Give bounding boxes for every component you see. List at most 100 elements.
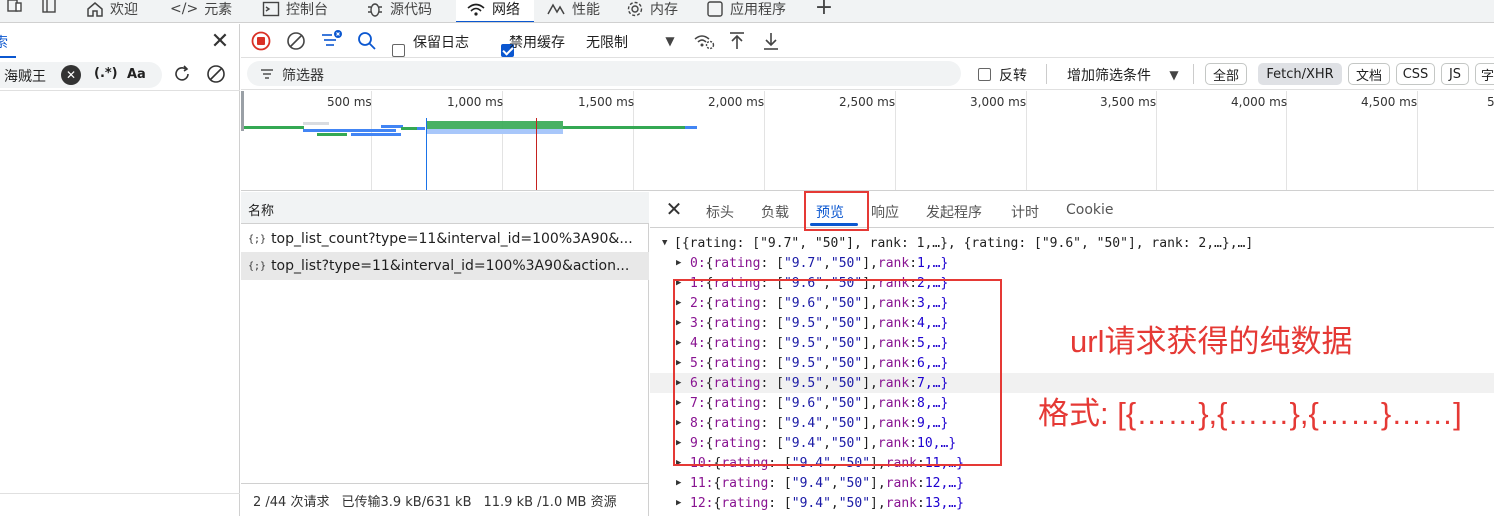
tab-headers[interactable]: 标头 (706, 202, 734, 222)
expand-triangle-icon[interactable]: ▶ (676, 498, 690, 508)
expand-triangle-icon[interactable]: ▼ (662, 238, 674, 248)
timeline-tick-label: 5 (1487, 95, 1494, 109)
chevron-down-icon[interactable]: ▼ (1166, 66, 1182, 84)
type-filter-fetch-xhr[interactable]: Fetch/XHR (1258, 63, 1342, 85)
tab-application[interactable]: 应用程序 (706, 0, 786, 22)
search-pane: 索 ✕ 海贼王 ✕ (.*) Aa (0, 24, 240, 516)
type-filter-css[interactable]: CSS (1396, 63, 1435, 85)
json-item-line[interactable]: ▶ 12: {rating: ["9.4", "50"], rank: 13,…} (676, 493, 1494, 513)
tab-welcome[interactable]: 欢迎 (86, 0, 138, 22)
tab-label: 应用程序 (730, 1, 786, 18)
json-item-line[interactable]: ▶ 11: {rating: ["9.4", "50"], rank: 12,…} (676, 473, 1494, 493)
type-filter-all[interactable]: 全部 (1205, 63, 1247, 85)
dock-icon[interactable] (38, 0, 60, 18)
tab-timing[interactable]: 计时 (1011, 202, 1039, 222)
throttle-select[interactable]: 无限制 (586, 32, 628, 52)
record-button[interactable] (250, 30, 272, 52)
clear-results-icon[interactable] (204, 62, 228, 86)
timeline-bar (303, 122, 329, 125)
timeline-gridline (1417, 91, 1418, 190)
import-har-icon[interactable] (726, 29, 748, 53)
request-list-header[interactable]: 名称 (241, 192, 649, 224)
match-case-toggle[interactable]: Aa (127, 67, 146, 82)
timeline-bar (563, 126, 685, 129)
timeline-tick-label: 500 ms (327, 95, 372, 109)
timeline-bar (401, 127, 417, 130)
preserve-log-label: 保留日志 (413, 35, 469, 51)
invert-checkbox[interactable] (978, 68, 991, 81)
chevron-down-icon[interactable]: ▼ (661, 32, 679, 50)
tab-initiator[interactable]: 发起程序 (926, 202, 982, 222)
json-key-rank: rank (885, 495, 918, 511)
json-icon: {;} (248, 260, 267, 272)
transferred-size: 已传输3.9 kB/631 kB (341, 494, 472, 510)
json-count-value: "50" (830, 255, 863, 271)
json-item-index: 12: (690, 495, 714, 511)
search-divider (0, 90, 240, 91)
tab-performance[interactable]: 性能 (546, 0, 600, 22)
tab-network[interactable]: 网络 (456, 0, 534, 22)
tab-payload[interactable]: 负载 (761, 202, 789, 222)
refresh-icon[interactable] (171, 62, 193, 86)
filter-input[interactable] (247, 61, 961, 86)
timeline-bar (317, 133, 347, 136)
clear-search-icon[interactable]: ✕ (61, 65, 81, 85)
tab-elements[interactable]: </> 元素 (170, 0, 232, 22)
tab-label: 源代码 (390, 1, 432, 18)
expand-triangle-icon[interactable]: ▶ (676, 478, 690, 488)
json-key-rating: rating (713, 255, 761, 271)
timeline-tick-label: 2,000 ms (708, 95, 765, 109)
search-tab-fragment: 索 (0, 35, 8, 51)
request-row-selected[interactable]: {;} top_list?type=11&interval_id=100%3A9… (241, 252, 649, 280)
export-har-icon[interactable] (760, 29, 782, 53)
home-icon (87, 1, 103, 17)
tab-console[interactable]: 控制台 (262, 0, 328, 22)
gear-icon (627, 1, 643, 16)
tab-memory[interactable]: 内存 (626, 0, 678, 22)
regex-toggle[interactable]: (.*) (94, 66, 118, 81)
filter-divider (1193, 64, 1194, 84)
tab-sources[interactable]: 源代码 (366, 0, 432, 22)
request-row[interactable]: {;} top_list_count?type=11&interval_id=1… (241, 225, 649, 253)
preserve-log-checkbox[interactable] (392, 44, 405, 57)
json-root-summary: [{rating: ["9.7", "50"], rank: 1,…}, {ra… (674, 235, 1254, 251)
json-key-rank: rank (877, 255, 910, 271)
network-overview-timeline[interactable]: 500 ms 1,000 ms 1,500 ms 2,000 ms 2,500 … (241, 91, 1494, 191)
timeline-tick-label: 4,000 ms (1231, 95, 1288, 109)
bug-icon (368, 2, 382, 17)
json-punct: , (823, 255, 831, 271)
filter-settings-icon[interactable] (319, 28, 345, 52)
json-punct: : [ (768, 495, 792, 511)
clear-log-button[interactable] (285, 30, 307, 52)
annotation-note-1: url请求获得的纯数据 (1070, 324, 1353, 359)
timeline-tick-label: 3,000 ms (970, 95, 1027, 109)
type-filter-js[interactable]: JS (1441, 63, 1469, 85)
network-conditions-icon[interactable] (692, 29, 716, 53)
json-rating-value: "9.7" (783, 255, 824, 271)
search-icon[interactable] (355, 29, 379, 53)
close-detail-icon[interactable]: ✕ (663, 197, 685, 221)
column-name-header: 名称 (248, 204, 275, 219)
json-item-line[interactable]: ▶ 0: {rating: ["9.7", "50"], rank: 1,…} (676, 253, 1494, 273)
more-filters-dropdown[interactable]: 增加筛选条件 (1067, 65, 1151, 85)
resources-size: 11.9 kB /1.0 MB 资源 (483, 494, 617, 510)
tab-response[interactable]: 响应 (871, 202, 899, 222)
add-tab-icon[interactable]: + (814, 0, 834, 20)
json-count-value: "50" (838, 475, 871, 491)
json-punct: ], (862, 255, 878, 271)
type-filter-font[interactable]: 字 (1475, 63, 1494, 85)
type-filter-doc[interactable]: 文档 (1348, 63, 1390, 85)
timeline-tick-label: 1,000 ms (447, 95, 504, 109)
dom-content-loaded-marker (426, 118, 427, 190)
search-input-value: 海贼王 (4, 69, 46, 85)
close-search-icon[interactable]: ✕ (208, 28, 232, 54)
device-toggle-icon[interactable] (4, 0, 26, 18)
timeline-left-handle[interactable] (241, 91, 244, 131)
console-icon (262, 1, 280, 16)
tab-cookies[interactable]: Cookie (1066, 202, 1114, 218)
tab-label: 控制台 (286, 1, 328, 18)
expand-triangle-icon[interactable]: ▶ (676, 258, 690, 268)
timeline-gridline (895, 91, 896, 190)
request-list: 名称 {;} top_list_count?type=11&interval_i… (241, 192, 649, 516)
json-root-line[interactable]: ▼ [{rating: ["9.7", "50"], rank: 1,…}, {… (662, 233, 1494, 253)
